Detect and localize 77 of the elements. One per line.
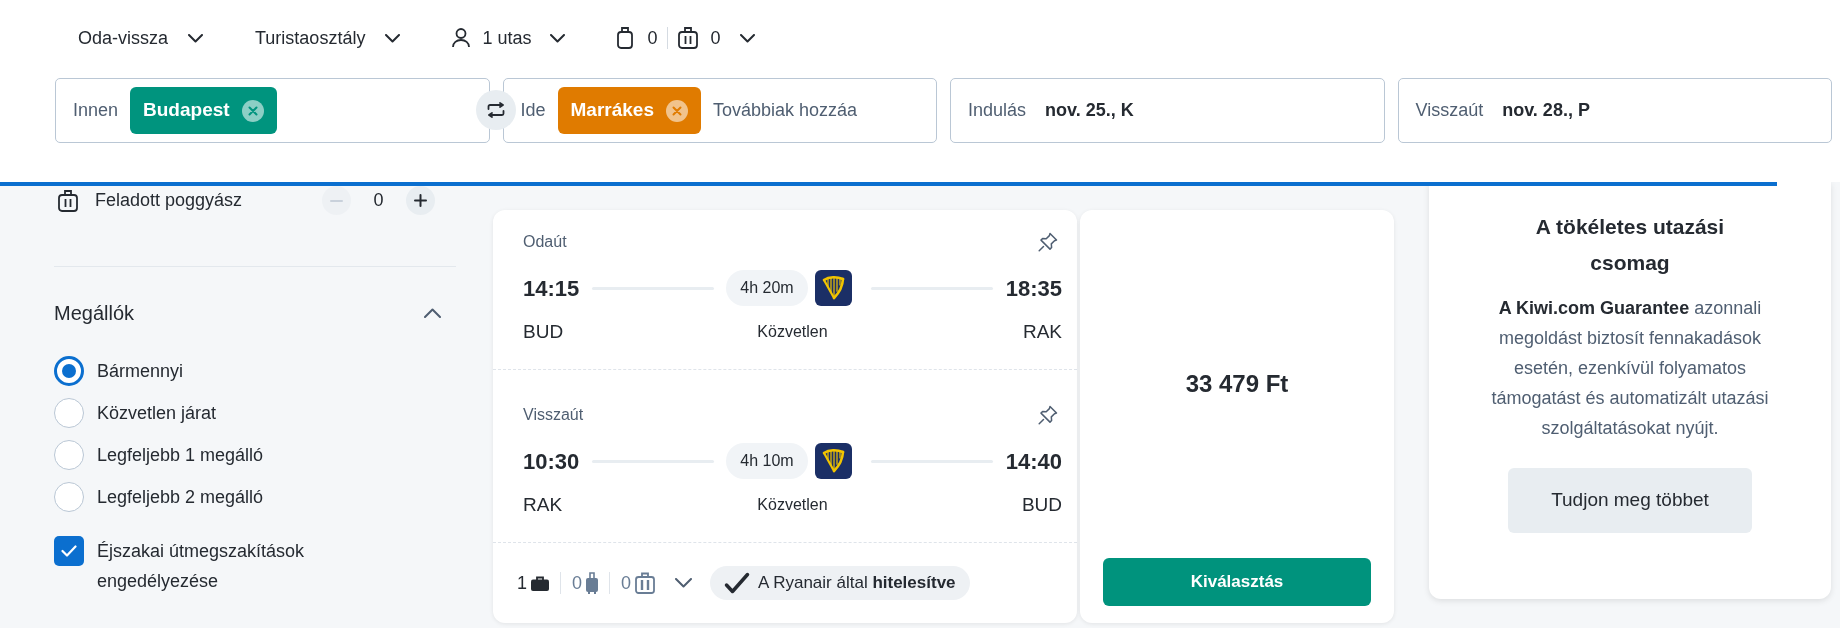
harp-logo-icon [814, 270, 852, 306]
badge-text: A Ryanair által hitelesítve [758, 572, 956, 595]
arrival-time: 18:35 [1005, 274, 1062, 303]
leg-title: Visszaút [523, 405, 584, 425]
chevron-down-icon [550, 33, 566, 43]
baggage-count: 0 [372, 189, 385, 212]
date-field[interactable]: Indulás nov. 25., K [950, 78, 1385, 143]
trip-type-dropdown[interactable]: Oda-vissza [78, 26, 204, 50]
field-label: Ide [520, 99, 546, 122]
passengers-dropdown[interactable]: 1 utas [452, 26, 566, 50]
field-label: Indulás [968, 99, 1027, 122]
option-label: Legfeljebb 1 megálló [97, 443, 264, 467]
destination-field[interactable]: Ide Marrákes Továbbiak hozzáa [502, 78, 937, 143]
swap-icon [487, 102, 505, 118]
collapse-button[interactable] [424, 308, 441, 318]
radio-button[interactable] [54, 356, 84, 386]
date-field[interactable]: Visszaút nov. 28., P [1397, 78, 1832, 143]
origin-field[interactable]: Innen Budapest [55, 78, 490, 143]
chevron-up-icon [424, 308, 441, 318]
bags-dropdown[interactable]: 0 0 [617, 26, 756, 50]
chevron-down-icon [675, 578, 693, 588]
date-value: nov. 25., K [1045, 99, 1134, 122]
radio-button[interactable] [54, 398, 84, 428]
bag-count: 1 [517, 571, 527, 595]
price: 33 479 Ft [1185, 369, 1289, 399]
radio-button[interactable] [54, 440, 84, 470]
minus-icon [330, 199, 343, 202]
flight-duration: 4h 20m [726, 270, 808, 306]
option-label: Éjszakai útmegszakítások engedélyezése [97, 540, 306, 593]
chevron-down-icon [740, 33, 756, 43]
flight-duration: 4h 10m [726, 443, 808, 479]
select-button[interactable]: Kiválasztás [1103, 558, 1371, 606]
person-icon [452, 28, 471, 48]
checkbox[interactable] [54, 536, 84, 566]
stops-label: Közvetlen [757, 495, 828, 516]
increment-button[interactable] [406, 186, 435, 215]
suitcase-icon [678, 27, 699, 49]
field-label: Innen [73, 99, 119, 122]
stops-label: Közvetlen [757, 322, 828, 343]
pin-icon[interactable] [1038, 405, 1058, 425]
expand-button[interactable] [675, 578, 693, 588]
leg-title: Odaút [523, 232, 567, 252]
bag-count: 0 [572, 571, 583, 595]
cabin-bag-icon [617, 27, 634, 49]
departure-time: 14:15 [523, 274, 580, 303]
section-title: Megállók [54, 301, 135, 326]
plus-icon [414, 194, 427, 207]
option-label: Bármennyi [97, 359, 184, 383]
location-tag[interactable]: Budapest [130, 87, 277, 134]
promo-title: A tökéletes utazási csomag [1534, 214, 1726, 276]
bag-count: 0 [621, 571, 632, 595]
airport-code: RAK [1022, 320, 1062, 344]
baggage-label: Feladott poggyász [95, 189, 244, 212]
check-icon [724, 572, 751, 594]
cabin-class-dropdown[interactable]: Turistaosztály [255, 26, 401, 50]
departure-time: 10:30 [523, 447, 580, 476]
learn-more-button[interactable]: Tudjon meg többet [1508, 468, 1752, 533]
suitcase-icon [635, 572, 656, 594]
airport-code: RAK [523, 493, 563, 517]
arrival-time: 14:40 [1005, 447, 1062, 476]
field-label: Visszaút [1415, 99, 1484, 122]
check-icon [61, 545, 77, 557]
airport-code: BUD [523, 320, 564, 344]
briefcase-icon [531, 575, 549, 591]
airport-code: BUD [1021, 493, 1062, 517]
option-label: Legfeljebb 2 megálló [97, 485, 264, 509]
date-value: nov. 28., P [1502, 99, 1590, 122]
harp-logo-icon [814, 443, 852, 479]
trolley-bag-icon [586, 572, 599, 594]
promo-text: A Kiwi.com Guarantee azonnali megoldást biztosít fennakadások esetén, ezenkívül folyamatos támogatást és automatizált utazási szolgáltatásokat nyújt. [1490, 297, 1770, 440]
radio-button[interactable] [54, 482, 84, 512]
pin-icon[interactable] [1038, 232, 1058, 252]
chevron-down-icon [385, 33, 401, 43]
add-more-input[interactable]: Továbbiak hozzáa [713, 95, 919, 126]
suitcase-icon [58, 189, 78, 212]
chevron-down-icon [188, 33, 204, 43]
option-label: Közvetlen járat [97, 401, 217, 425]
